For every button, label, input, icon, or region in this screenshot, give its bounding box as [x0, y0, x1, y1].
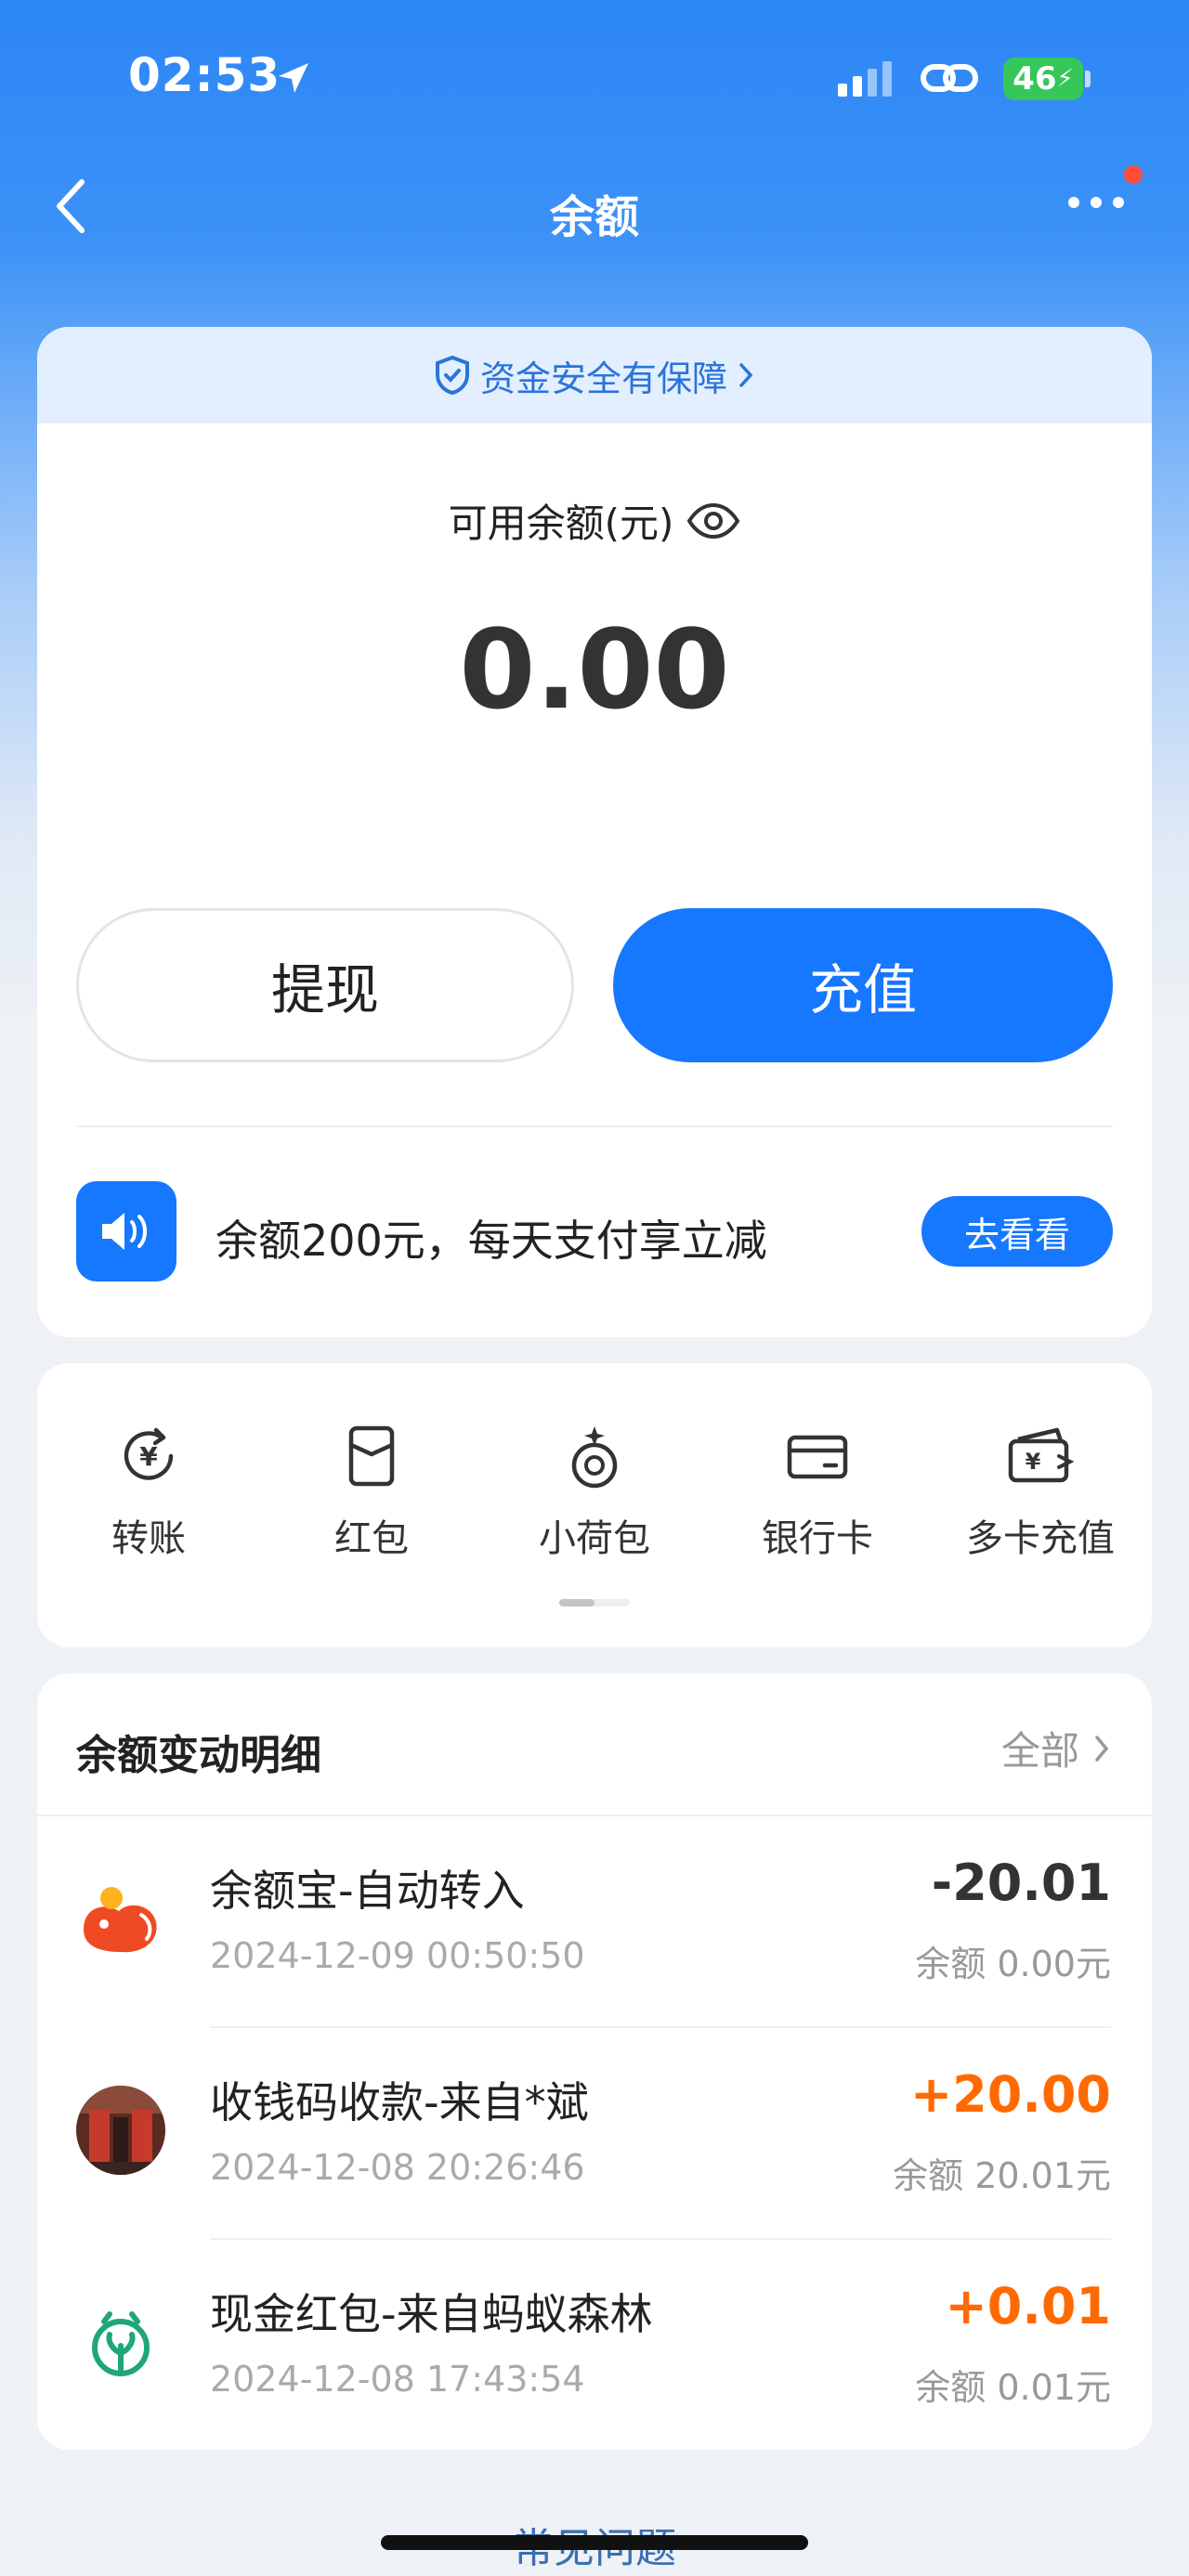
svg-text:¥: ¥: [139, 1441, 158, 1472]
shield-icon: [435, 355, 469, 396]
divider: [76, 1125, 1113, 1127]
action-red-packet[interactable]: 红包: [279, 1423, 464, 1562]
transaction-amount: +20.00: [909, 2065, 1111, 2124]
location-arrow-icon: [275, 59, 312, 100]
recharge-button[interactable]: 充值: [613, 908, 1113, 1062]
withdraw-button[interactable]: 提现: [76, 908, 574, 1062]
eye-icon[interactable]: [686, 502, 740, 540]
transaction-row[interactable]: 现金红包-来自蚂蚁森林 2024-12-08 17:43:54 +0.01 余额…: [37, 2240, 1152, 2452]
battery-tip: [1085, 71, 1091, 87]
action-label: 银行卡: [762, 1517, 873, 1560]
action-label: 小荷包: [539, 1517, 650, 1560]
transaction-time: 2024-12-08 20:26:46: [210, 2147, 585, 2188]
transaction-balance: 余额 20.01元: [893, 2155, 1111, 2196]
transaction-time: 2024-12-08 17:43:54: [210, 2359, 585, 2400]
transaction-row[interactable]: 收钱码收款-来自*斌 2024-12-08 20:26:46 +20.00 余额…: [37, 2028, 1152, 2240]
small-pouch-icon: [571, 1426, 618, 1489]
safety-banner[interactable]: 资金安全有保障: [37, 327, 1152, 423]
promo-view-button[interactable]: 去看看: [921, 1196, 1113, 1267]
transfer-icon: ¥: [124, 1427, 174, 1480]
transaction-balance: 余额 0.01元: [915, 2367, 1111, 2408]
cellular-signal-icon: [838, 59, 892, 97]
transaction-time: 2024-12-09 00:50:50: [210, 1935, 585, 1976]
transactions-title: 余额变动明细: [76, 1732, 321, 1779]
action-multi-card-recharge[interactable]: ¥ 多卡充值: [947, 1423, 1133, 1562]
bank-card-icon: [787, 1435, 848, 1479]
transaction-row[interactable]: 余额宝-自动转入 2024-12-09 00:50:50 -20.01 余额 0…: [37, 1816, 1152, 2028]
transaction-amount: -20.01: [931, 1854, 1111, 1912]
action-small-pouch[interactable]: 小荷包: [502, 1423, 687, 1562]
action-label: 多卡充值: [966, 1517, 1115, 1560]
available-balance-label: 可用余额(元): [448, 501, 674, 546]
ant-forest-icon: [76, 2297, 165, 2387]
balance-amount: 0.00: [459, 605, 730, 734]
home-indicator: [381, 2535, 808, 2550]
battery-level: 46: [1013, 60, 1057, 98]
scroll-indicator: [559, 1599, 630, 1607]
red-packet-icon: [348, 1425, 395, 1487]
action-label: 转账: [111, 1517, 186, 1560]
battery-icon: 46 ⚡: [1003, 58, 1083, 100]
transaction-amount: +0.01: [945, 2277, 1111, 2335]
transaction-balance: 余额 0.00元: [915, 1944, 1111, 1984]
speaker-icon: [76, 1181, 176, 1281]
balance-card: 资金安全有保障 可用余额(元) 0.00 提现 充值 余额200元，每天支付享立…: [37, 327, 1152, 1337]
transaction-name: 收钱码收款-来自*斌: [210, 2077, 589, 2127]
chevron-right-icon: [1095, 1735, 1109, 1762]
payer-avatar: [76, 2086, 165, 2175]
action-bank-card[interactable]: 银行卡: [725, 1423, 910, 1562]
transactions-card: 余额变动明细 全部 余额宝-自动转入 2024-12-09 00:50:50 -…: [37, 1673, 1152, 2450]
chevron-right-icon: [739, 363, 753, 387]
view-all-label: 全部: [1000, 1728, 1079, 1774]
action-transfer[interactable]: ¥ 转账: [56, 1423, 242, 1562]
multi-card-recharge-icon: ¥: [1008, 1427, 1075, 1483]
view-all-link[interactable]: 全部: [1001, 1720, 1111, 1776]
svg-text:¥: ¥: [1026, 1449, 1041, 1475]
link-icon: [920, 58, 979, 102]
more-icon[interactable]: [1068, 197, 1124, 208]
page-title: 余额: [549, 191, 639, 243]
yuebao-icon: [76, 1874, 165, 1963]
promo-text: 余额200元，每天支付享立减: [216, 1216, 767, 1266]
notification-dot: [1124, 165, 1143, 184]
available-balance-row: 可用余额(元): [37, 492, 1152, 549]
transaction-name: 余额宝-自动转入: [210, 1866, 525, 1916]
transaction-name: 现金红包-来自蚂蚁森林: [210, 2289, 653, 2339]
safety-banner-text: 资金安全有保障: [479, 358, 727, 399]
quick-actions-card: ¥ 转账 红包 小荷包 银行卡 ¥ 多卡充值: [37, 1363, 1152, 1647]
status-time: 02:53: [128, 48, 281, 102]
action-label: 红包: [334, 1517, 409, 1560]
